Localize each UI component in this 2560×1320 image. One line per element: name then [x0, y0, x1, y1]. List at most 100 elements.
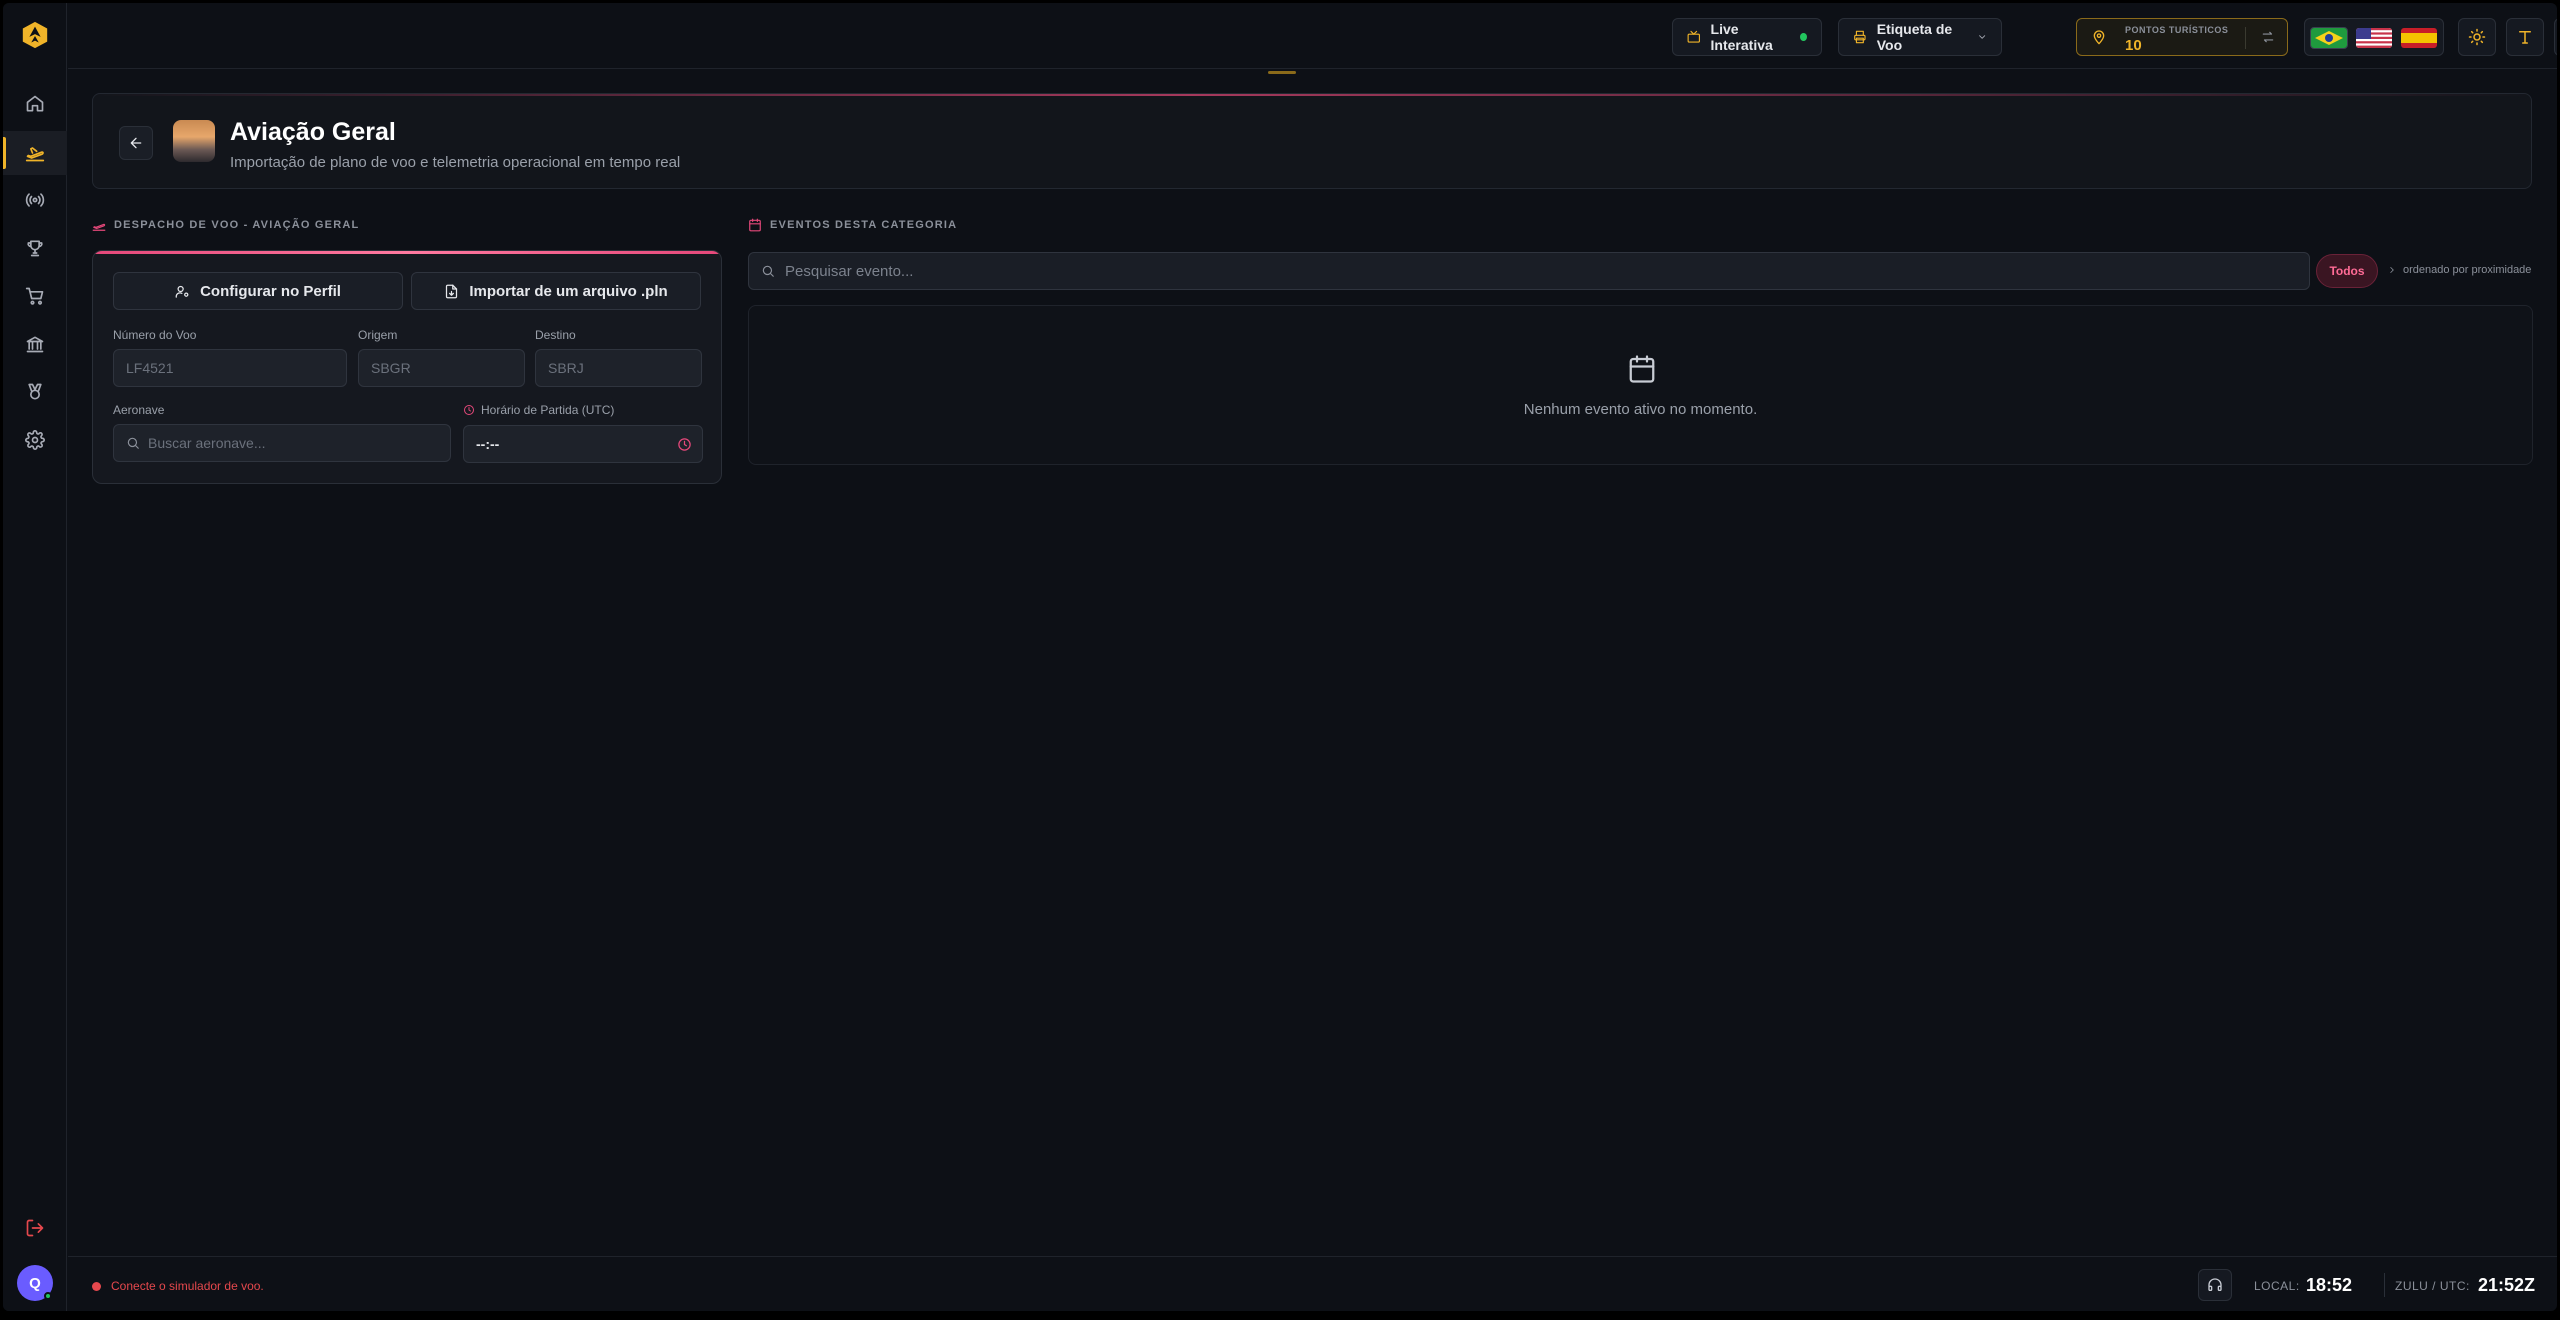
page-subtitle: Importação de plano de voo e telemetria …	[230, 154, 681, 171]
tourist-points-widget[interactable]: PONTOS TURÍSTICOS 10	[2076, 18, 2288, 56]
simulator-status: Conecte o simulador de voo.	[92, 1279, 264, 1293]
sidebar-item-flight[interactable]	[3, 131, 67, 175]
chevron-right-icon	[2390, 267, 2394, 273]
zulu-time-label: ZULU / UTC:	[2395, 1279, 2470, 1293]
simulator-status-text: Conecte o simulador de voo.	[111, 1279, 264, 1293]
page-title: Aviação Geral	[230, 118, 396, 146]
departure-time-label: Horário de Partida (UTC)	[463, 403, 614, 417]
import-pln-button[interactable]: Importar de um arquivo .pln	[411, 272, 701, 310]
page-header: Aviação Geral Importação de plano de voo…	[92, 93, 2532, 189]
sidebar-item-bank[interactable]	[3, 322, 67, 366]
live-interactive-label: Live Interativa	[1710, 21, 1773, 53]
events-section-label: EVENTOS DESTA CATEGORIA	[748, 218, 957, 232]
destination-input[interactable]: SBRJ	[535, 349, 702, 387]
map-pin-icon	[2091, 29, 2107, 50]
event-search-placeholder: Pesquisar evento...	[785, 262, 914, 280]
headset-icon	[2208, 1278, 2222, 1291]
cart-icon	[25, 287, 44, 305]
destination-label: Destino	[535, 328, 576, 342]
divider	[2245, 27, 2246, 49]
arrow-left-icon	[130, 137, 142, 149]
broadcast-icon	[25, 193, 45, 207]
sidebar-item-live[interactable]	[3, 178, 67, 222]
calendar-icon	[1627, 354, 1657, 389]
departure-time-value: --:--	[476, 436, 500, 452]
sidebar-item-settings[interactable]	[3, 418, 67, 462]
flight-tag-dropdown[interactable]: Etiqueta de Voo	[1838, 18, 2002, 56]
origin-placeholder: SBGR	[371, 360, 411, 376]
flag-spain-icon[interactable]	[2401, 28, 2437, 48]
chevron-down-icon	[1978, 35, 1985, 39]
events-section-text: EVENTOS DESTA CATEGORIA	[770, 219, 958, 231]
flight-dispatch-card: Configurar no Perfil Importar de um arqu…	[92, 250, 722, 484]
calendar-icon	[749, 218, 761, 232]
origin-input[interactable]: SBGR	[358, 349, 525, 387]
aircraft-search-input[interactable]: Buscar aeronave...	[113, 424, 451, 462]
flight-tag-label: Etiqueta de Voo	[1876, 21, 1953, 53]
tourist-points-value: 10	[2125, 37, 2142, 54]
clock-icon	[464, 405, 474, 415]
live-interactive-button[interactable]: Live Interativa	[1672, 18, 1822, 56]
printer-icon	[1854, 30, 1866, 44]
configure-profile-label: Configurar no Perfil	[200, 282, 341, 300]
app-logo[interactable]	[19, 19, 51, 51]
plane-takeoff-icon	[25, 147, 45, 162]
departure-time-input[interactable]: --:--	[463, 425, 703, 463]
local-time-value: 18:52	[2306, 1275, 2353, 1295]
swap-icon[interactable]	[2261, 30, 2275, 49]
event-search-input[interactable]: Pesquisar evento...	[748, 252, 2310, 290]
sidebar-item-trophy[interactable]	[3, 226, 67, 270]
sort-indicator[interactable]: ordenado por proximidade	[2387, 264, 2531, 276]
empty-message: Nenhum evento ativo no momento.	[1523, 401, 1758, 418]
sidebar-item-badges[interactable]	[3, 370, 67, 414]
app-window: Q Live Interativa Etiqueta de Voo PONTOS…	[3, 3, 2557, 1311]
tv-icon	[1687, 30, 1700, 43]
configure-profile-button[interactable]: Configurar no Perfil	[113, 272, 403, 310]
font-size-button[interactable]	[2506, 18, 2544, 56]
gear-icon	[25, 430, 45, 450]
flight-number-label: Número do Voo	[113, 328, 197, 342]
flag-usa-icon[interactable]	[2356, 28, 2392, 48]
clock-icon	[678, 438, 691, 451]
notifications-button[interactable]	[2554, 18, 2557, 56]
origin-label: Origem	[358, 328, 398, 342]
zulu-time-value: 21:52Z	[2478, 1275, 2536, 1295]
destination-placeholder: SBRJ	[548, 360, 584, 376]
aircraft-placeholder: Buscar aeronave...	[148, 435, 266, 451]
trophy-icon	[27, 240, 43, 257]
language-selector	[2304, 18, 2444, 56]
back-button[interactable]	[119, 126, 153, 160]
divider	[2384, 1273, 2385, 1297]
logout-button[interactable]	[3, 1206, 67, 1250]
sun-icon	[2468, 28, 2486, 46]
logout-icon	[26, 1219, 44, 1237]
theme-toggle-button[interactable]	[2458, 18, 2496, 56]
category-thumbnail	[173, 120, 215, 162]
avatar[interactable]: Q	[17, 1265, 53, 1301]
departure-time-label-text: Horário de Partida (UTC)	[481, 403, 615, 417]
flight-number-input[interactable]: LF4521	[113, 349, 347, 387]
support-button[interactable]	[2198, 1269, 2232, 1301]
online-status-dot	[44, 1292, 52, 1300]
plane-takeoff-icon	[92, 223, 106, 231]
text-icon	[2519, 31, 2531, 44]
sidebar-item-home[interactable]	[3, 82, 67, 126]
local-time-label: LOCAL:	[2254, 1279, 2300, 1293]
filter-all-button[interactable]: Todos	[2316, 254, 2378, 288]
sidebar: Q	[3, 3, 67, 1311]
flag-brazil-icon[interactable]	[2310, 27, 2348, 49]
sidebar-item-shop[interactable]	[3, 274, 67, 318]
avatar-initial: Q	[29, 1274, 41, 1292]
status-bar: Conecte o simulador de voo. LOCAL: 18:52…	[68, 1256, 2557, 1311]
tourist-points-label: PONTOS TURÍSTICOS	[2125, 25, 2229, 35]
aircraft-label: Aeronave	[113, 403, 165, 417]
flight-number-placeholder: LF4521	[126, 360, 174, 376]
bank-icon	[26, 336, 44, 353]
events-empty-state: Nenhum evento ativo no momento.	[748, 305, 2533, 465]
medal-icon	[28, 383, 42, 400]
home-icon	[26, 95, 44, 112]
user-cog-icon	[175, 285, 189, 298]
import-pln-label: Importar de um arquivo .pln	[469, 282, 668, 300]
scroll-indicator	[1268, 71, 1296, 74]
dispatch-section-text: DESPACHO DE VOO - AVIAÇÃO GERAL	[114, 219, 360, 231]
